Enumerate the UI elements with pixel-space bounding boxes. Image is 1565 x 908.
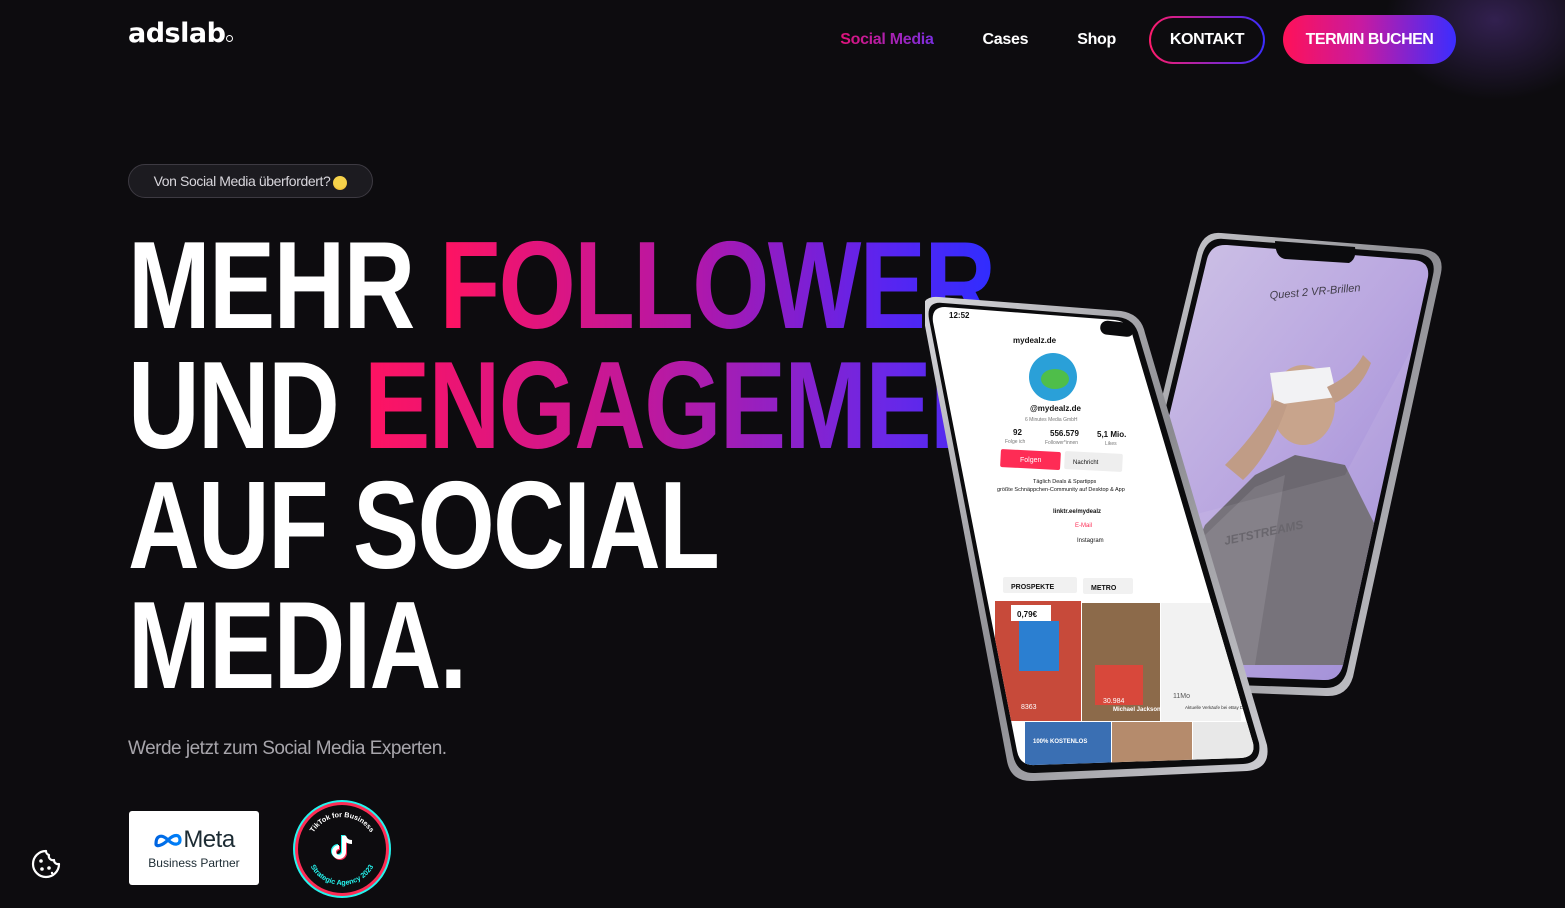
meta-name: Meta <box>183 826 235 853</box>
profile-bio-line-2: größte Schnäppchen-Community auf Desktop… <box>997 487 1125 493</box>
profile-link: linktr.ee/mydealz <box>1053 509 1101 515</box>
grid-views-1: 8363 <box>1021 704 1037 711</box>
nav-link-social-media[interactable]: Social Media <box>840 31 934 49</box>
hero-eyebrow-text: Von Social Media überfordert? <box>153 173 331 189</box>
tiktok-strategic-agency-badge: TikTok for Business Strategic Agency 202… <box>293 800 391 898</box>
grid-caption-1: Michael Jackson <box>1113 707 1161 713</box>
profile-tab-metro: METRO <box>1091 585 1117 592</box>
headline-text-und: UND <box>128 337 365 475</box>
profile-account-name: mydealz.de <box>1013 336 1057 345</box>
headline-text-mehr: MEHR <box>128 217 440 355</box>
profile-email: E-Mail <box>1075 523 1092 529</box>
meta-subtitle: Business Partner <box>148 856 240 870</box>
meta-logo-row: Meta <box>153 826 235 854</box>
main-navigation: Social Media Cases Shop KONTAKT TERMIN B… <box>840 15 1456 64</box>
headline-text-follower: FOLLOWER <box>439 217 996 355</box>
meta-infinity-icon <box>154 833 182 848</box>
stat-following-label: Folge ich <box>1005 439 1026 445</box>
logo-dot <box>226 35 234 42</box>
grid-views-2: 30.984 <box>1103 698 1125 705</box>
grid-views-3: 11Mo <box>1173 693 1190 700</box>
headline-line-2: UND ENGAGEMENT <box>128 344 1061 468</box>
nav-link-shop[interactable]: Shop <box>1077 31 1116 49</box>
headline-line-3: AUF SOCIAL <box>128 457 720 595</box>
hero-eyebrow-badge: Von Social Media überfordert? <box>128 164 373 198</box>
phone-time: 12:52 <box>949 311 970 320</box>
profile-message-label: Nachricht <box>1073 460 1099 466</box>
termin-buchen-button[interactable]: TERMIN BUCHEN <box>1283 15 1456 64</box>
profile-company: 6 Minutes Media GmbH <box>1025 417 1078 423</box>
headline-line-1: MEHR FOLLOWER <box>128 224 1059 348</box>
profile-handle: @mydealz.de <box>1030 404 1081 413</box>
kontakt-button[interactable]: KONTAKT <box>1149 16 1265 64</box>
nav-link-cases[interactable]: Cases <box>983 31 1029 49</box>
grid-price-tag: 0,79€ <box>1017 610 1038 619</box>
headline-line-4: MEDIA. <box>128 577 467 715</box>
grid-caption-2: 100% KOSTENLOS <box>1033 739 1087 745</box>
hero-subtitle: Werde jetzt zum Social Media Experten. <box>128 738 447 759</box>
cookie-icon[interactable] <box>30 848 62 880</box>
stat-followers-label: Follower*innen <box>1045 440 1078 446</box>
profile-tab-prospekte: PROSPEKTE <box>1011 584 1055 591</box>
site-logo[interactable]: adslab <box>128 18 234 49</box>
meta-business-partner-badge: Meta Business Partner <box>129 811 259 885</box>
profile-follow-label: Folgen <box>1020 457 1042 464</box>
stat-likes-label: Likes <box>1105 441 1117 447</box>
stat-followers-value: 556.579 <box>1050 429 1079 438</box>
hero-phones-mockup: JETSTREAMS Quest 2 VR-Brillen 12:52 myde… <box>925 232 1442 782</box>
scared-face-emoji-icon <box>333 176 348 190</box>
profile-bio-line-1: Täglich Deals & Spartipps <box>1033 479 1097 485</box>
profile-instagram: Instagram <box>1077 538 1104 544</box>
stat-likes-value: 5,1 Mio. <box>1097 430 1126 439</box>
stat-following-value: 92 <box>1013 428 1022 437</box>
